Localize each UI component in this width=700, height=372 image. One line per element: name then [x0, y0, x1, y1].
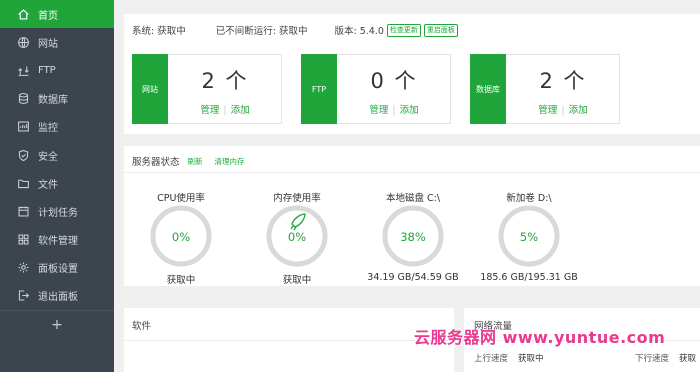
sidebar-item-label: 安全	[38, 151, 58, 163]
rocket-icon	[290, 213, 306, 231]
gauge-detail: 获取中	[166, 275, 196, 286]
sidebar-item[interactable]: 计划任务	[0, 197, 114, 225]
download-speed-label: 下行速度	[634, 354, 669, 364]
server-status-header: 服务器状态 刷新 清理内存	[132, 150, 245, 172]
traffic-speed-row: 上行速度 获取中 下行速度 获取	[474, 352, 696, 364]
sidebar-item[interactable]: 首页	[0, 0, 114, 29]
gear-icon	[17, 261, 30, 274]
divider: |	[392, 105, 396, 116]
main-content: 系统: 获取中 已不间断运行: 获取中 版本: 5.4.0 检查更新 重启面板 …	[114, 0, 700, 372]
gauge-percent: 38%	[400, 230, 426, 244]
divider: |	[223, 105, 227, 116]
card-count: 0 个	[370, 69, 418, 93]
uptime-text: 已不间断运行: 获取中	[215, 26, 308, 37]
system-os-text: 系统: 获取中	[132, 26, 186, 37]
sidebar-item[interactable]: 文件	[0, 169, 114, 197]
sidebar-item[interactable]: 退出面板	[0, 282, 114, 310]
card-tag: FTP	[301, 54, 337, 124]
sidebar-item-label: 退出面板	[38, 292, 78, 304]
overview-panel: 系统: 获取中 已不间断运行: 获取中 版本: 5.4.0 检查更新 重启面板 …	[124, 14, 700, 134]
clear-memory-link[interactable]: 清理内存	[215, 156, 245, 167]
check-update-button[interactable]: 检查更新	[386, 23, 421, 37]
download-speed-value: 获取	[678, 354, 696, 364]
usage-gauge[interactable]: 新加卷 D:\ 5% 185.6 GB/195.31 GB	[474, 190, 584, 283]
server-status-panel: 服务器状态 刷新 清理内存 CPU使用率 0% 获取中 内存使用率 0% 获取中 本地磁盘 …	[124, 146, 700, 286]
system-info-line: 系统: 获取中 已不间断运行: 获取中 版本: 5.4.0 检查更新 重启面板	[132, 22, 458, 38]
sidebar-item-label: 网站	[38, 38, 58, 50]
home-icon	[17, 8, 30, 21]
calendar-icon	[17, 205, 30, 218]
divider	[124, 340, 454, 341]
refresh-link[interactable]: 刷新	[188, 156, 203, 167]
gauge-detail: 185.6 GB/195.31 GB	[480, 272, 578, 283]
restart-panel-button[interactable]: 重启面板	[423, 23, 458, 37]
divider: |	[561, 105, 565, 116]
card-add-link[interactable]: 添加	[400, 105, 419, 116]
usage-gauge[interactable]: 内存使用率 0% 获取中	[242, 190, 352, 286]
version-text: 版本: 5.4.0	[334, 26, 384, 37]
ftp-icon	[17, 64, 30, 77]
sidebar-item[interactable]: 网站	[0, 28, 114, 56]
sidebar-item-label: 面板设置	[38, 264, 78, 276]
sidebar-item[interactable]: 面板设置	[0, 254, 114, 282]
card-tag: 数据库	[470, 54, 506, 124]
gauge-percent: 0%	[171, 230, 191, 244]
card-manage-link[interactable]: 管理	[200, 105, 219, 116]
sidebar-item-label: 软件管理	[38, 236, 78, 248]
sidebar-item[interactable]: 数据库	[0, 85, 114, 113]
sidebar-item-label: 文件	[38, 179, 58, 191]
apps-icon	[17, 233, 30, 246]
sidebar-item[interactable]: FTP	[0, 56, 114, 84]
upload-speed-value: 获取中	[518, 354, 544, 364]
card-count: 2 个	[201, 69, 249, 93]
sidebar-item[interactable]: 安全	[0, 141, 114, 169]
database-count-card: 数据库 2 个 管理 | 添加	[470, 54, 620, 124]
monitor-icon	[17, 120, 30, 133]
card-manage-link[interactable]: 管理	[369, 105, 388, 116]
card-count: 2 个	[539, 69, 587, 93]
folder-icon	[17, 177, 30, 190]
add-shortcut-button[interactable]: +	[0, 310, 114, 339]
sidebar: 首页网站 FTP 数据库监控安全文件计划任务软件管理面板设置退出面板 +	[0, 0, 114, 372]
software-title: 软件	[132, 321, 152, 332]
ftp-count-card: FTP 0 个 管理 | 添加	[301, 54, 451, 124]
gauge-title: 内存使用率	[273, 193, 321, 204]
shield-icon	[17, 149, 30, 162]
gauge-title: CPU使用率	[157, 193, 205, 204]
card-manage-link[interactable]: 管理	[538, 105, 557, 116]
gauge-percent: 0%	[287, 230, 307, 244]
sidebar-item-label: 计划任务	[38, 207, 78, 219]
sidebar-nav: 首页网站 FTP 数据库监控安全文件计划任务软件管理面板设置退出面板	[0, 0, 114, 310]
sidebar-item-label: 首页	[38, 10, 58, 22]
sidebar-item[interactable]: 监控	[0, 113, 114, 141]
usage-gauge[interactable]: CPU使用率 0% 获取中	[126, 190, 236, 286]
database-icon	[17, 92, 30, 105]
software-panel: 软件	[124, 308, 454, 372]
sidebar-item-label: FTP	[38, 64, 56, 76]
gauge-detail: 获取中	[282, 275, 312, 286]
site-count-card: 网站 2 个 管理 | 添加	[132, 54, 282, 124]
card-add-link[interactable]: 添加	[569, 105, 588, 116]
sidebar-item[interactable]: 软件管理	[0, 226, 114, 254]
logout-icon	[17, 289, 30, 302]
globe-icon	[17, 36, 30, 49]
sidebar-item-label: 数据库	[38, 95, 68, 107]
sidebar-item-label: 监控	[38, 123, 58, 135]
divider	[124, 172, 700, 173]
card-add-link[interactable]: 添加	[231, 105, 250, 116]
gauge-title: 新加卷 D:\	[506, 193, 552, 204]
upload-speed-label: 上行速度	[474, 354, 509, 364]
watermark-text: 云服务器网 www.yuntue.com	[414, 328, 666, 347]
gauge-percent: 5%	[519, 230, 539, 244]
server-status-title: 服务器状态	[132, 157, 180, 168]
gauge-detail: 34.19 GB/54.59 GB	[367, 272, 459, 283]
usage-gauge[interactable]: 本地磁盘 C:\ 38% 34.19 GB/54.59 GB	[358, 190, 468, 283]
card-tag: 网站	[132, 54, 168, 124]
gauge-title: 本地磁盘 C:\	[385, 193, 441, 204]
